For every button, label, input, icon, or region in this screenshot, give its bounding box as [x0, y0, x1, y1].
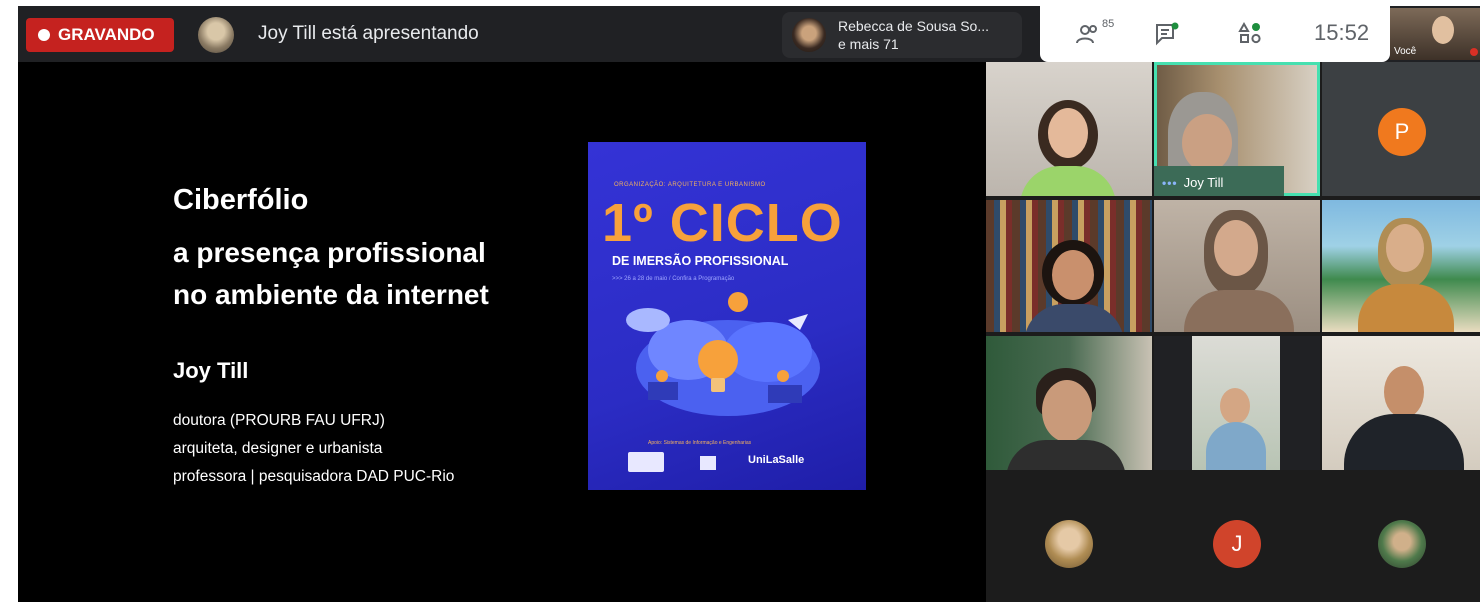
other-presenter-chip[interactable]: Rebecca de Sousa So... e mais 71: [782, 12, 1022, 58]
presenter-avatar: [198, 17, 234, 53]
other-presenter-name: Rebecca de Sousa So...: [838, 18, 989, 34]
people-button[interactable]: 85: [1076, 18, 1114, 48]
poster-dates: >>> 26 a 28 de maio / Confira a Programa…: [612, 276, 735, 282]
slide-bio-line1: doutora (PROURB FAU UFRJ): [173, 412, 385, 429]
participant-tile[interactable]: [986, 62, 1152, 196]
participant-avatar-letter[interactable]: J: [1213, 520, 1261, 568]
participant-grid: ••• Joy Till P J: [986, 62, 1480, 602]
other-presenter-more: e mais 71: [838, 36, 899, 52]
participant-shirt: [1184, 290, 1294, 332]
participant-tile[interactable]: [1322, 336, 1480, 470]
slide-bio-line3: professora | pesquisadora DAD PUC-Rio: [173, 468, 455, 485]
participant-tile[interactable]: [1154, 200, 1320, 332]
activities-button[interactable]: [1238, 20, 1264, 48]
poster-logo-2: [700, 456, 716, 470]
poster-logo-1: [628, 452, 664, 472]
poster-illustration: [626, 292, 820, 416]
recording-label: GRAVANDO: [58, 25, 155, 44]
participant-face: [1214, 220, 1258, 276]
participant-tile[interactable]: [986, 336, 1152, 470]
participant-avatar-photo[interactable]: [1378, 520, 1426, 568]
event-poster: ORGANIZAÇÃO: ARQUITETURA E URBANISMO 1º …: [588, 142, 866, 490]
participant-tile[interactable]: P: [1322, 62, 1480, 196]
participant-shirt: [1344, 414, 1464, 470]
meet-window: GRAVANDO Joy Till está apresentando Rebe…: [18, 6, 1480, 602]
presenting-status: Joy Till está apresentando: [258, 23, 479, 44]
other-presenter-avatar: [792, 18, 826, 52]
participant-shirt: [1006, 440, 1126, 470]
chat-button[interactable]: [1154, 20, 1180, 48]
participant-video-portrait: [1192, 336, 1280, 470]
speaking-indicator-icon: •••: [1162, 175, 1178, 190]
recording-badge[interactable]: GRAVANDO: [26, 18, 174, 52]
slide-speaker-name: Joy Till: [173, 358, 249, 383]
participant-tile-active[interactable]: ••• Joy Till: [1154, 62, 1320, 196]
slide-title: Ciberfólio: [173, 184, 309, 216]
slide-subtitle-line2: no ambiente da internet: [173, 279, 489, 310]
mic-off-icon: [1470, 48, 1478, 56]
participant-tile[interactable]: [986, 200, 1152, 332]
participant-shirt: [1358, 284, 1454, 332]
poster-footer: Apoio: Sistemas de Informação e Engenhar…: [648, 440, 752, 446]
participant-face: [1042, 380, 1092, 442]
chat-icon: [1156, 22, 1179, 46]
participant-avatar-photo[interactable]: [1045, 520, 1093, 568]
slide-subtitle-line1: a presença profissional: [173, 237, 486, 268]
meeting-clock: 15:52: [1314, 20, 1370, 45]
participant-face: [1384, 366, 1424, 418]
poster-headline: 1º CICLO: [602, 193, 843, 253]
activities-icon: [1238, 21, 1261, 44]
poster-org-line: ORGANIZAÇÃO: ARQUITETURA E URBANISMO: [614, 182, 766, 188]
participant-face: [1048, 108, 1088, 158]
poster-logo-text: UniLaSalle: [748, 454, 805, 466]
participant-avatar-letter: P: [1378, 108, 1426, 156]
people-icon: [1076, 25, 1097, 44]
poster-subheadline: DE IMERSÃO PROFISSIONAL: [612, 254, 789, 268]
participant-shirt: [1020, 166, 1116, 196]
participant-tile[interactable]: [1322, 200, 1480, 332]
participant-face: [1220, 388, 1250, 424]
participant-shirt: [1206, 422, 1266, 470]
participant-shirt: [1024, 304, 1124, 332]
top-bar: GRAVANDO Joy Till está apresentando Rebe…: [18, 6, 1480, 62]
active-speaker-name: Joy Till: [1183, 175, 1224, 190]
participants-count: 85: [1102, 18, 1115, 30]
self-view-tile[interactable]: Você: [1390, 8, 1480, 60]
participant-face: [1052, 250, 1094, 300]
participant-face: [1386, 224, 1424, 272]
slide-bio-line2: arquiteta, designer e urbanista: [173, 440, 383, 457]
record-dot-icon: [38, 29, 50, 41]
presentation-slide: Ciberfólio a presença profissional no am…: [18, 62, 986, 602]
self-view-label: Você: [1394, 46, 1417, 57]
participant-face: [1182, 114, 1232, 172]
self-view-face: [1432, 16, 1454, 44]
active-speaker-label: ••• Joy Till: [1162, 175, 1223, 190]
participant-tile[interactable]: [1154, 336, 1320, 470]
